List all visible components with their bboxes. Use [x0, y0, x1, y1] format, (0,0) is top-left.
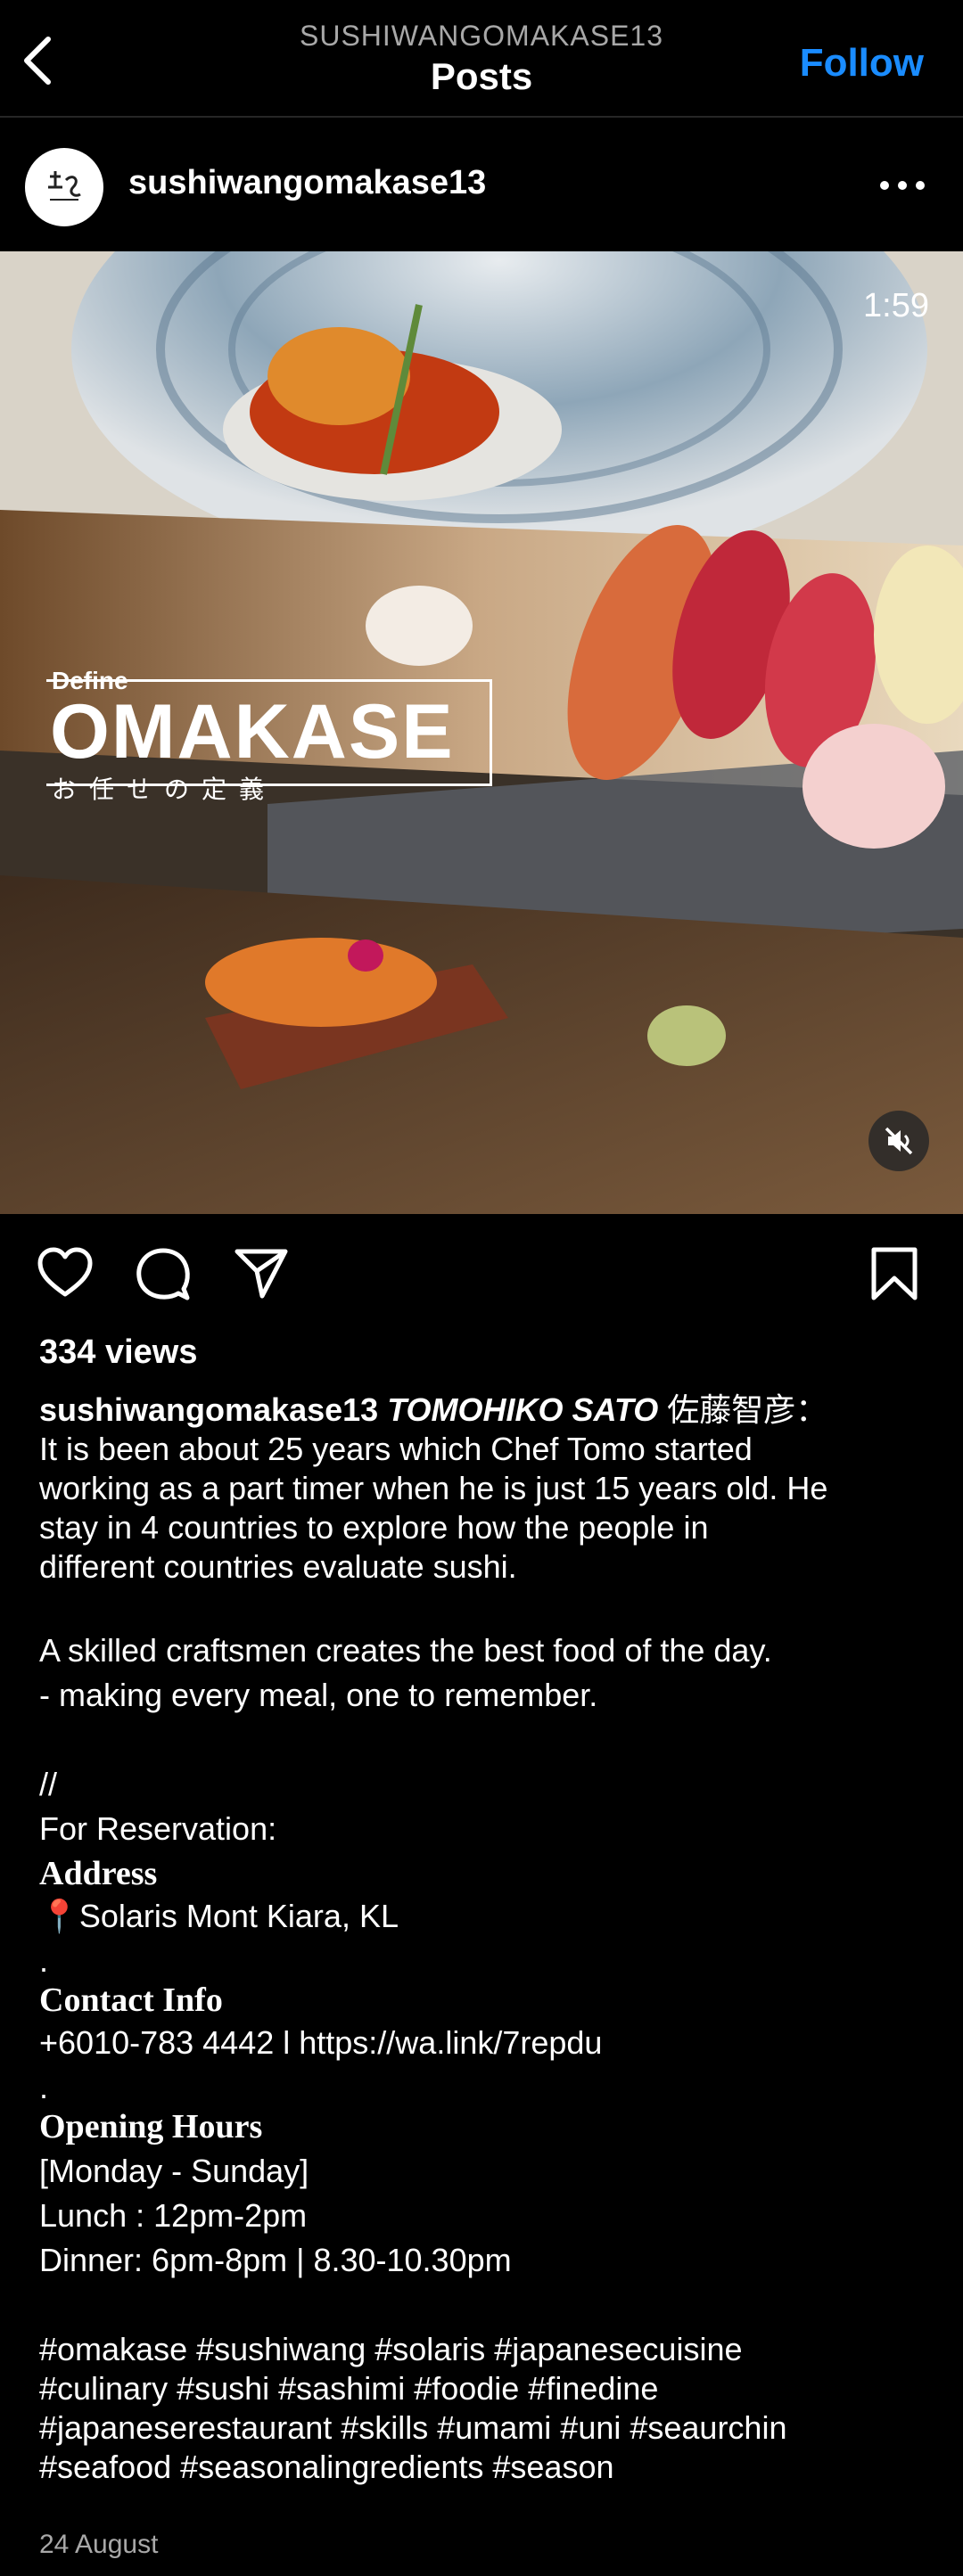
caption-chef-jp: 佐藤智彦：	[667, 1391, 828, 1428]
hours-heading: Opening Hours	[39, 2108, 263, 2145]
caption-text-line: stay in 4 countries to explore how the p…	[39, 1509, 709, 1546]
hours-days: [Monday - Sunday]	[39, 2153, 309, 2189]
avatar[interactable]	[25, 148, 103, 226]
follow-button[interactable]: Follow	[800, 41, 924, 86]
hashtag-line[interactable]: #omakase #sushiwang #solaris #japanesecu…	[39, 2330, 931, 2369]
hours-dinner: Dinner: 6pm-8pm | 8.30-10.30pm	[39, 2242, 512, 2278]
brand-logo-icon	[48, 171, 81, 201]
post-action-bar	[0, 1228, 963, 1317]
comment-button[interactable]	[134, 1244, 193, 1303]
caption-header-line: sushiwangomakase13 TOMOHIKO SATO 佐藤智彦：	[39, 1391, 931, 1430]
address-heading: Address	[39, 1855, 158, 1892]
speaker-muted-icon	[885, 1127, 913, 1155]
caption-text-line: working as a part timer when he is just …	[39, 1470, 828, 1506]
caption-dot: .	[39, 2069, 49, 2105]
save-button[interactable]	[865, 1244, 924, 1303]
mute-toggle-button[interactable]	[868, 1111, 929, 1171]
caption-text-line: A skilled craftsmen creates the best foo…	[39, 1632, 772, 1669]
post-date: 24 August	[39, 2530, 159, 2559]
like-button[interactable]	[36, 1244, 95, 1303]
caption-text-line: - making every meal, one to remember.	[39, 1677, 598, 1713]
view-count: 334 views	[39, 1333, 198, 1371]
share-button[interactable]	[232, 1244, 291, 1303]
post-header: sushiwangomakase13	[0, 132, 963, 237]
comment-icon	[136, 1248, 190, 1300]
contact-text[interactable]: +6010-783 4442 l https://wa.link/7repdu	[39, 2023, 931, 2063]
hashtag-line[interactable]: #japaneserestaurant #skills #umami #uni …	[39, 2408, 931, 2448]
caption-text-line: It is been about 25 years which Chef Tom…	[39, 1431, 753, 1467]
bookmark-icon	[871, 1247, 918, 1300]
hours-lunch: Lunch : 12pm-2pm	[39, 2197, 308, 2234]
more-options-button[interactable]	[876, 168, 929, 203]
caption-chef-name: TOMOHIKO SATO	[387, 1391, 659, 1428]
overlay-title-text: OMAKASE	[50, 689, 455, 775]
contact-heading: Contact Info	[39, 1981, 223, 2019]
video-timer: 1:59	[863, 287, 929, 324]
more-horizontal-icon	[880, 181, 925, 190]
address-text: 📍Solaris Mont Kiara, KL	[39, 1898, 399, 1934]
top-bar: SUSHIWANGOMAKASE13 Posts Follow	[0, 0, 963, 118]
caption-divider-text: //	[39, 1766, 58, 1802]
heart-icon	[37, 1247, 93, 1297]
overlay-japanese-text: お任せの定義	[52, 775, 277, 803]
hashtag-line[interactable]: #seafood #seasonalingredients #season	[39, 2448, 931, 2487]
send-icon	[235, 1249, 288, 1299]
reservation-label: For Reservation:	[39, 1810, 277, 1847]
post-username[interactable]: sushiwangomakase13	[128, 164, 486, 202]
hashtag-line[interactable]: #culinary #sushi #sashimi #foodie #fined…	[39, 2369, 931, 2408]
post-video[interactable]: 1:59 Define OMAKASE お任せの定義	[0, 251, 963, 1214]
caption-dot: .	[39, 1942, 49, 1979]
caption-username[interactable]: sushiwangomakase13	[39, 1391, 378, 1428]
post-caption: sushiwangomakase13 TOMOHIKO SATO 佐藤智彦： I…	[39, 1391, 931, 2487]
caption-text-line: different countries evaluate sushi.	[39, 1548, 517, 1585]
